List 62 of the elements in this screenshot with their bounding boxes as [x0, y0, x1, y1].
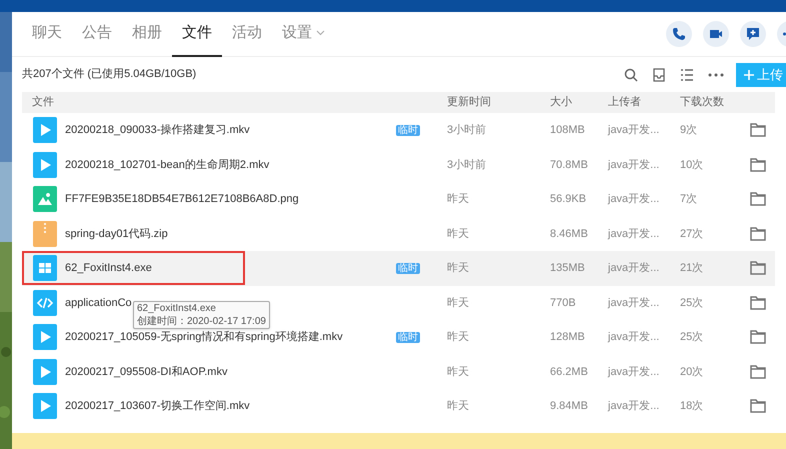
- update-time: 昨天: [447, 399, 470, 414]
- uploader-name: java开发...: [608, 364, 660, 380]
- update-time: 3小时前: [447, 123, 488, 138]
- update-time: 昨天: [447, 296, 470, 310]
- file-count-text: 共207个文件 (已使用5.04GB/10GB): [22, 66, 196, 82]
- file-size: 770B: [550, 296, 577, 310]
- temporary-badge: 临时: [396, 332, 420, 343]
- tab[interactable]: 活动: [222, 12, 272, 56]
- download-count: 21次: [680, 261, 704, 276]
- temporary-badge: 临时: [396, 125, 420, 136]
- file-size: 9.84MB: [550, 399, 589, 414]
- column-header: 大小: [550, 95, 573, 110]
- download-count: 18次: [680, 399, 704, 414]
- file-name: 20200217_105059-无spring情况和有spring环境搭建.mkv: [65, 330, 343, 345]
- file-name: FF7FE9B35E18DB54E7B612E7108B6A8D.png: [65, 192, 299, 207]
- file-size: 135MB: [550, 261, 586, 276]
- uploader-name: java开发...: [608, 158, 660, 172]
- uploader-name: java开发...: [608, 296, 660, 310]
- download-count: 10次: [680, 158, 704, 172]
- uploader-name: java开发...: [608, 330, 660, 345]
- file-size: 108MB: [550, 123, 586, 138]
- uploader-name: java开发...: [608, 226, 660, 242]
- file-size: 56.9KB: [550, 192, 588, 207]
- tab[interactable]: 文件: [172, 12, 222, 56]
- download-count: 9次: [680, 123, 698, 138]
- file-name: 62_FoxitInst4.exe: [65, 261, 152, 276]
- tab[interactable]: 聊天: [22, 12, 72, 56]
- tab[interactable]: 公告: [72, 12, 122, 56]
- update-time: 昨天: [447, 192, 470, 207]
- uploader-name: java开发...: [608, 123, 660, 138]
- file-size: 128MB: [550, 330, 586, 345]
- file-size: 70.8MB: [550, 158, 589, 172]
- download-count: 7次: [680, 192, 698, 207]
- file-size: 66.2MB: [550, 364, 589, 380]
- tab[interactable]: 设置: [272, 12, 335, 56]
- tab[interactable]: 相册: [122, 12, 172, 56]
- file-name: 20200217_095508-DI和AOP.mkv: [65, 364, 228, 380]
- column-header: 上传者: [608, 95, 642, 110]
- uploader-name: java开发...: [608, 261, 660, 276]
- file-name: 20200218_102701-bean的生命周期2.mkv: [65, 158, 270, 172]
- uploader-name: java开发...: [608, 192, 660, 207]
- update-time: 昨天: [447, 226, 470, 242]
- download-count: 20次: [680, 364, 704, 380]
- download-count: 27次: [680, 226, 704, 242]
- file-row[interactable]: 62_FoxitInst4.exe 临时 昨天 135MB java开发... 21次: [22, 251, 775, 286]
- file-name: 20200217_103607-切换工作空间.mkv: [65, 398, 250, 414]
- column-header: 下载次数: [680, 95, 724, 110]
- file-name: applicationCo: [65, 296, 132, 310]
- file-name: spring-day01代码.zip: [65, 226, 168, 242]
- download-count: 25次: [680, 296, 704, 310]
- tooltip-title: 62_FoxitInst4.exe: [137, 302, 217, 315]
- update-time: 昨天: [447, 364, 470, 380]
- update-time: 3小时前: [447, 158, 488, 172]
- uploader-name: java开发...: [608, 399, 660, 414]
- file-name: 20200218_090033-操作搭建复习.mkv: [65, 123, 250, 138]
- column-header: 更新时间: [447, 94, 492, 110]
- column-header: 文件: [31, 94, 55, 110]
- update-time: 昨天: [447, 261, 470, 276]
- update-time: 昨天: [447, 330, 470, 345]
- file-size: 8.46MB: [550, 226, 589, 242]
- download-count: 25次: [680, 330, 704, 345]
- temporary-badge: 临时: [396, 263, 420, 274]
